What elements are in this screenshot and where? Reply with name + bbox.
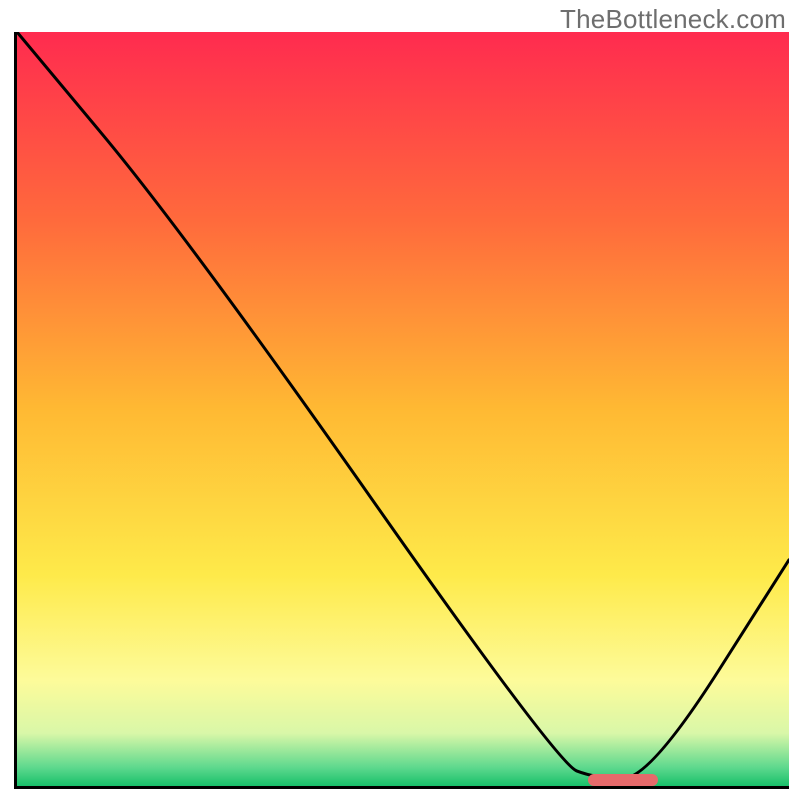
optimal-range-marker: [588, 774, 657, 786]
plot-area: [14, 32, 789, 789]
chart-frame: TheBottleneck.com: [0, 0, 800, 800]
watermark-text: TheBottleneck.com: [560, 4, 786, 35]
bottleneck-curve: [17, 32, 789, 786]
